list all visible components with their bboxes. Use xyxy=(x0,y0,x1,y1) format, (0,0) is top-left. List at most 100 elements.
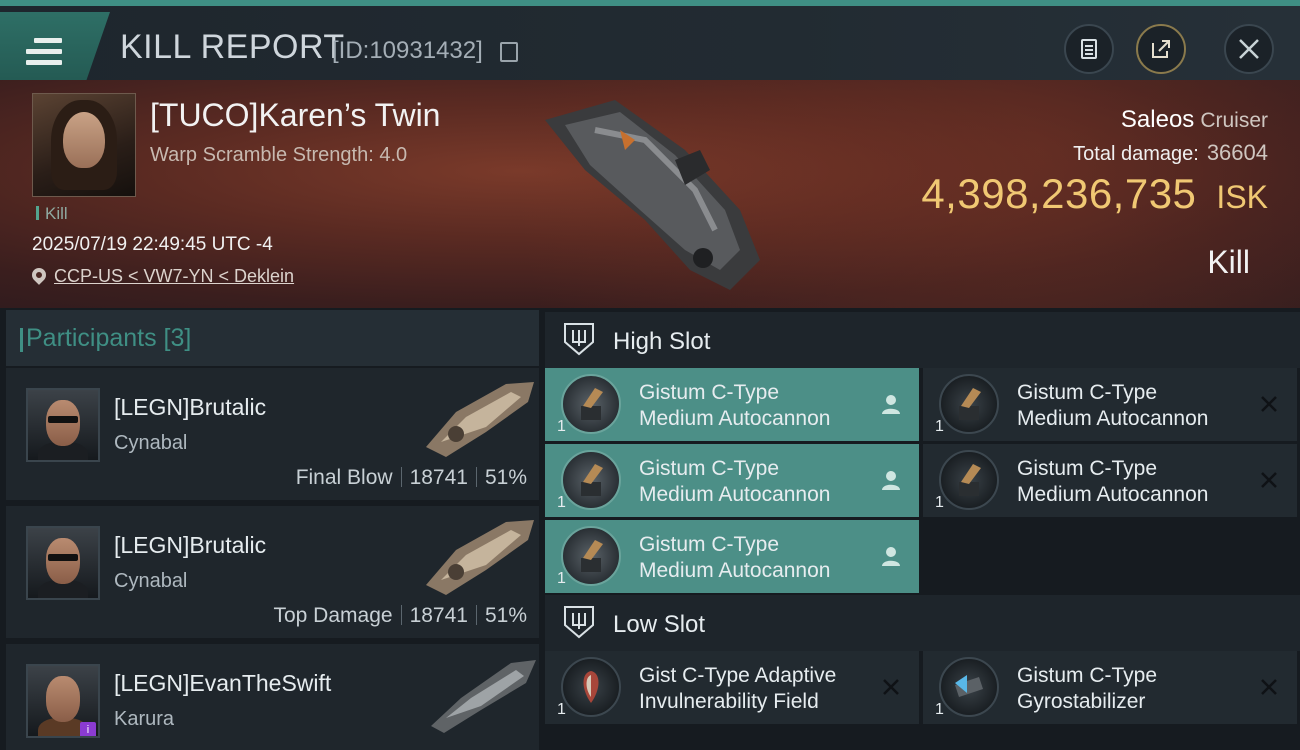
module-quantity: 1 xyxy=(557,701,566,718)
person-icon xyxy=(882,547,900,566)
victim-summary: [TUCO]Karen’s Twin Warp Scramble Strengt… xyxy=(0,80,1300,308)
module-name: Gistum C-Type Medium Autocannon xyxy=(639,457,831,506)
module-quantity: 1 xyxy=(557,494,566,511)
low-slot-header: Low Slot xyxy=(545,595,1300,651)
module-item[interactable]: 1 Gistum C-Type Medium Autocannon xyxy=(923,444,1297,517)
invulnerability-field-icon xyxy=(561,657,621,717)
participant-ship: Karura xyxy=(114,708,175,730)
participant-ship-image xyxy=(426,382,534,457)
module-quantity: 1 xyxy=(935,418,944,435)
kill-location-link[interactable]: CCP-US < VW7-YN < Deklein xyxy=(54,266,294,287)
close-icon xyxy=(1239,39,1259,59)
module-name: Gistum C-Type Medium Autocannon xyxy=(639,533,831,582)
participant-ship: Cynabal xyxy=(114,432,188,454)
isk-unit: ISK xyxy=(1216,179,1268,215)
participants-title: Participants [3] xyxy=(19,324,192,352)
module-name: Gistum C-Type Medium Autocannon xyxy=(1017,457,1209,506)
clipboard-icon xyxy=(1081,39,1097,59)
participant-name: [LEGN]Brutalic xyxy=(114,532,267,558)
avatar[interactable]: i xyxy=(26,664,100,738)
share-button[interactable] xyxy=(1136,24,1186,74)
participant-damage: 18741 xyxy=(409,466,468,489)
high-slot-header: High Slot xyxy=(545,312,1300,368)
module-item[interactable]: 1 Gistum C-Type Medium Autocannon xyxy=(545,520,919,593)
participant-damage: 18741 xyxy=(409,604,468,627)
low-slot-title: Low Slot xyxy=(613,611,706,638)
info-badge: i xyxy=(80,722,96,736)
autocannon-icon xyxy=(561,374,621,434)
participant-ship: Cynabal xyxy=(114,570,188,592)
victim-avatar[interactable] xyxy=(32,93,136,197)
location-pin-icon xyxy=(29,265,49,285)
fitting-panel: High Slot 1 Gistum C-Type Medium Autocann… xyxy=(545,310,1300,750)
x-icon xyxy=(883,679,899,695)
copy-icon[interactable] xyxy=(500,42,518,62)
page-title: KILL REPORT xyxy=(120,28,345,66)
participant-name: [LEGN]Brutalic xyxy=(114,394,267,420)
participant-stats: Top Damage 18741 51% xyxy=(273,604,527,628)
close-button[interactable] xyxy=(1224,24,1274,74)
module-name: Gistum C-Type Medium Autocannon xyxy=(639,381,831,430)
participant-percent: 51% xyxy=(484,466,527,489)
victim-ship-image xyxy=(545,100,760,290)
module-item[interactable]: 1 Gistum C-Type Gyrostabilizer xyxy=(923,651,1297,724)
module-item[interactable]: 1 Gistum C-Type Medium Autocannon xyxy=(923,368,1297,441)
clipboard-button[interactable] xyxy=(1064,24,1114,74)
module-name: Gistum C-Type Medium Autocannon xyxy=(1017,381,1209,430)
total-damage-label: Total damage: xyxy=(1073,143,1199,165)
participant-ship-image xyxy=(431,660,536,733)
participant-card[interactable]: [LEGN]Brutalic Cynabal Final Blow 18741 51… xyxy=(6,368,539,500)
module-quantity: 1 xyxy=(935,494,944,511)
module-item[interactable]: 1 Gistum C-Type Medium Autocannon xyxy=(545,368,919,441)
share-icon xyxy=(1152,40,1170,58)
x-icon xyxy=(1261,472,1277,488)
participant-role: Final Blow xyxy=(295,466,393,489)
kill-datetime: 2025/07/19 22:49:45 UTC -4 xyxy=(32,234,273,255)
victim-pilot-name[interactable]: [TUCO]Karen’s Twin xyxy=(150,97,440,134)
module-quantity: 1 xyxy=(557,418,566,435)
participants-header: Participants [3] xyxy=(6,310,539,366)
total-damage-value: 36604 xyxy=(1206,140,1268,165)
top-bar: KILL REPORT [ID:10931432] xyxy=(0,0,1300,82)
victim-ship: Saleos Cruiser xyxy=(1121,106,1268,134)
person-icon xyxy=(882,471,900,490)
avatar[interactable] xyxy=(26,388,100,462)
high-slot-title: High Slot xyxy=(613,328,711,355)
participant-percent: 51% xyxy=(484,604,527,627)
isk-amount: 4,398,236,735 xyxy=(921,170,1197,217)
gyrostabilizer-icon xyxy=(939,657,999,717)
participants-panel: Participants [3] [LEGN]Brutalic Cynabal … xyxy=(6,310,539,750)
menu-button[interactable] xyxy=(0,12,110,82)
ship-class: Cruiser xyxy=(1200,109,1268,132)
participant-role: Top Damage xyxy=(273,604,393,627)
x-icon xyxy=(1261,679,1277,695)
participant-name: [LEGN]EvanTheSwift xyxy=(114,670,332,696)
participant-ship-image xyxy=(426,520,534,595)
module-item[interactable]: 1 Gist C-Type Adaptive Invulnerability Fi… xyxy=(545,651,919,724)
result-label: Kill xyxy=(1207,244,1250,280)
ship-name: Saleos xyxy=(1120,106,1195,133)
module-name: Gistum C-Type Gyrostabilizer xyxy=(1017,664,1158,713)
module-quantity: 1 xyxy=(935,701,944,718)
avatar[interactable] xyxy=(26,526,100,600)
isk-value: 4,398,236,735 ISK xyxy=(921,170,1268,218)
participant-card[interactable]: i [LEGN]EvanTheSwift Karura xyxy=(6,644,539,750)
total-damage: Total damage: 36604 xyxy=(1073,140,1268,166)
module-item[interactable]: 1 Gistum C-Type Medium Autocannon xyxy=(545,444,919,517)
participant-card[interactable]: [LEGN]Brutalic Cynabal Top Damage 18741 51… xyxy=(6,506,539,638)
person-icon xyxy=(882,395,900,414)
warp-scramble-strength: Warp Scramble Strength: 4.0 xyxy=(150,144,408,166)
low-slot-icon xyxy=(564,606,594,639)
kill-id: [ID:10931432] xyxy=(332,37,483,64)
participant-stats: Final Blow 18741 51% xyxy=(296,466,527,490)
autocannon-icon xyxy=(939,450,999,510)
module-name: Gist C-Type Adaptive Invulnerability Fiel… xyxy=(639,664,837,713)
autocannon-icon xyxy=(939,374,999,434)
module-quantity: 1 xyxy=(557,570,566,587)
high-slot-icon xyxy=(564,323,594,356)
autocannon-icon xyxy=(561,526,621,586)
x-icon xyxy=(1261,396,1277,412)
kill-tag: Kill xyxy=(36,204,68,224)
hamburger-menu-icon[interactable] xyxy=(26,38,62,68)
autocannon-icon xyxy=(561,450,621,510)
